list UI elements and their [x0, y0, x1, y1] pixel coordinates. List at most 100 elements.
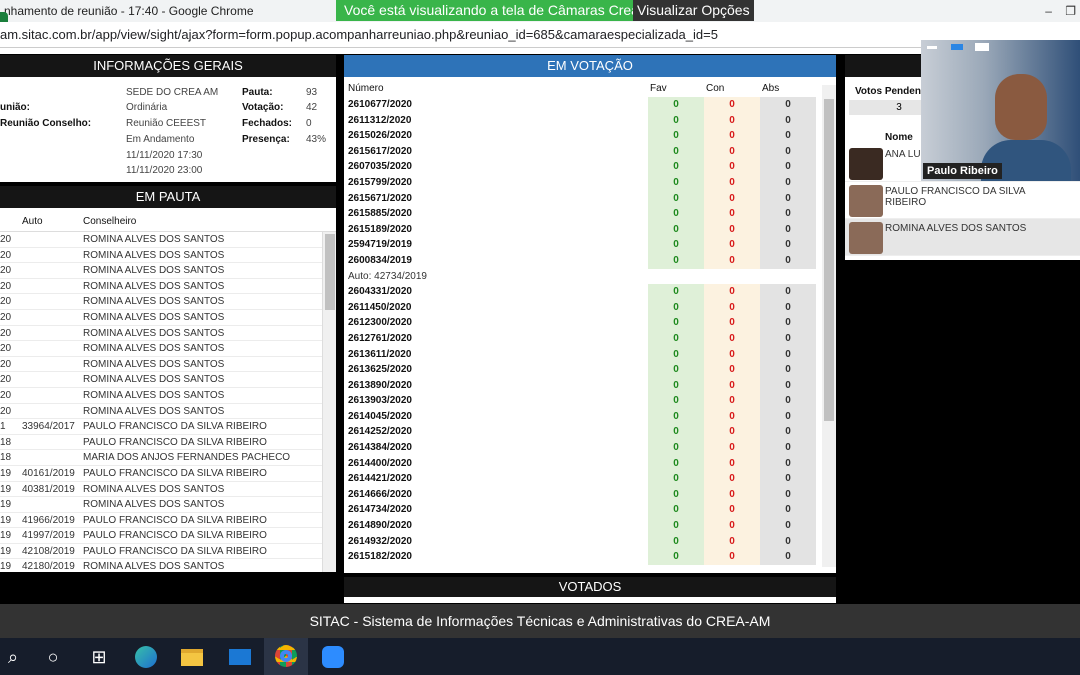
- table-row[interactable]: 2615189/2020 0 0 0: [344, 221, 836, 238]
- table-row[interactable]: 2614400/2020 0 0 0: [344, 455, 836, 472]
- video-tile[interactable]: Paulo Ribeiro: [921, 40, 1080, 181]
- table-row[interactable]: 19 40381/2019 ROMINA ALVES DOS SANTOS: [0, 482, 336, 498]
- table-row[interactable]: 2600834/2019 0 0 0: [344, 252, 836, 269]
- table-row[interactable]: 2611450/2020 0 0 0: [344, 299, 836, 316]
- info-value: 11/11/2020 23:00: [126, 165, 203, 176]
- row-con: 0: [704, 128, 760, 144]
- scroll-thumb[interactable]: [325, 234, 335, 310]
- table-row[interactable]: 2613611/2020 0 0 0: [344, 346, 836, 363]
- table-row[interactable]: 19 42180/2019 ROMINA ALVES DOS SANTOS: [0, 559, 336, 572]
- table-row[interactable]: 20 ROMINA ALVES DOS SANTOS: [0, 279, 336, 295]
- row-fav: 0: [648, 440, 704, 456]
- table-row[interactable]: 2612300/2020 0 0 0: [344, 315, 836, 331]
- table-row[interactable]: 2614384/2020 0 0 0: [344, 440, 836, 456]
- table-row[interactable]: 2614734/2020 0 0 0: [344, 502, 836, 519]
- table-row[interactable]: 19 41997/2019 PAULO FRANCISCO DA SILVA RIB…: [0, 528, 336, 544]
- table-row[interactable]: 19 40161/2019 PAULO FRANCISCO DA SILVA RIB…: [0, 466, 336, 482]
- task-view-icon[interactable]: ○: [40, 644, 66, 670]
- list-item[interactable]: PAULO FRANCISCO DA SILVA RIBEIRO: [845, 182, 1080, 219]
- table-row[interactable]: 2613890/2020 0 0 0: [344, 377, 836, 394]
- row-numero: 2612761/2020: [348, 332, 412, 344]
- info-value: 11/11/2020 17:30: [126, 150, 203, 161]
- pauta-scrollbar[interactable]: [322, 232, 336, 572]
- table-row[interactable]: 2610677/2020 0 0 0: [344, 97, 836, 113]
- chrome-icon[interactable]: [264, 638, 308, 675]
- table-row[interactable]: 2614252/2020 0 0 0: [344, 424, 836, 441]
- row-con: 0: [704, 518, 760, 534]
- male-avatar-icon: [849, 222, 883, 254]
- table-row[interactable]: 20 ROMINA ALVES DOS SANTOS: [0, 341, 336, 357]
- table-row[interactable]: 18 PAULO FRANCISCO DA SILVA RIBEIRO: [0, 435, 336, 451]
- table-row[interactable]: 2594719/2019 0 0 0: [344, 237, 836, 253]
- row-number: 20: [0, 234, 12, 245]
- row-auto: 40161/2019: [22, 467, 75, 479]
- table-row[interactable]: 20 ROMINA ALVES DOS SANTOS: [0, 248, 336, 264]
- row-abs: 0: [760, 486, 816, 503]
- search-icon[interactable]: ⌕: [0, 644, 26, 670]
- table-row[interactable]: 2615182/2020 0 0 0: [344, 549, 836, 565]
- table-row[interactable]: 2615617/2020 0 0 0: [344, 143, 836, 160]
- row-abs: 0: [760, 330, 816, 347]
- table-row[interactable]: 2615799/2020 0 0 0: [344, 174, 836, 191]
- table-row[interactable]: 2613625/2020 0 0 0: [344, 362, 836, 378]
- url-text[interactable]: am.sitac.com.br/app/view/sight/ajax?form…: [0, 22, 718, 48]
- row-number: 18: [0, 436, 12, 448]
- window-controls[interactable]: – ❐: [1045, 0, 1076, 22]
- view-icon[interactable]: [951, 44, 963, 50]
- expand-icon[interactable]: [975, 43, 989, 51]
- male-avatar-icon: [849, 185, 883, 217]
- table-row[interactable]: 2604331/2020 0 0 0: [344, 284, 836, 300]
- votacao-header: Número Fav Con Abs: [344, 77, 836, 97]
- edge-icon[interactable]: [133, 644, 159, 670]
- scroll-thumb[interactable]: [824, 99, 834, 421]
- table-row[interactable]: 2607035/2020 0 0 0: [344, 159, 836, 175]
- list-item[interactable]: ROMINA ALVES DOS SANTOS: [845, 219, 1080, 256]
- row-number: 19: [0, 467, 12, 479]
- col-abs: Abs: [762, 83, 780, 94]
- widgets-icon[interactable]: ⊞: [86, 644, 112, 670]
- row-con: 0: [704, 159, 760, 175]
- minimize-icon[interactable]: [927, 46, 937, 49]
- table-row[interactable]: 20 ROMINA ALVES DOS SANTOS: [0, 310, 336, 326]
- zoom-icon[interactable]: [320, 644, 346, 670]
- table-row[interactable]: Auto: 42734/2019: [344, 269, 836, 285]
- table-row[interactable]: 20 ROMINA ALVES DOS SANTOS: [0, 232, 336, 248]
- votacao-scrollbar[interactable]: [822, 85, 836, 567]
- row-con: 0: [704, 440, 760, 456]
- row-numero: 2613611/2020: [348, 348, 412, 360]
- table-row[interactable]: 20 ROMINA ALVES DOS SANTOS: [0, 372, 336, 388]
- view-options-button[interactable]: Visualizar Opções: [633, 0, 754, 21]
- table-row[interactable]: 2614045/2020 0 0 0: [344, 408, 836, 425]
- table-row[interactable]: 2615671/2020 0 0 0: [344, 190, 836, 207]
- table-row[interactable]: 2614890/2020 0 0 0: [344, 518, 836, 534]
- table-row[interactable]: 20 ROMINA ALVES DOS SANTOS: [0, 357, 336, 373]
- table-row[interactable]: 2615885/2020 0 0 0: [344, 206, 836, 222]
- table-row[interactable]: 2612761/2020 0 0 0: [344, 330, 836, 347]
- table-row[interactable]: 20 ROMINA ALVES DOS SANTOS: [0, 388, 336, 404]
- table-row[interactable]: 20 ROMINA ALVES DOS SANTOS: [0, 326, 336, 342]
- table-row[interactable]: 19 42108/2019 PAULO FRANCISCO DA SILVA RIB…: [0, 544, 336, 560]
- file-explorer-icon[interactable]: [179, 644, 205, 670]
- mail-icon[interactable]: [227, 644, 253, 670]
- table-row[interactable]: 2615026/2020 0 0 0: [344, 128, 836, 144]
- row-fav: 0: [648, 206, 704, 222]
- row-con: 0: [704, 237, 760, 253]
- col-con: Con: [706, 83, 725, 94]
- table-row[interactable]: 19 ROMINA ALVES DOS SANTOS: [0, 497, 336, 513]
- table-row[interactable]: 18 MARIA DOS ANJOS FERNANDES PACHECO: [0, 450, 336, 466]
- table-row[interactable]: 2613903/2020 0 0 0: [344, 393, 836, 409]
- row-conselheiro: ROMINA ALVES DOS SANTOS: [83, 483, 225, 495]
- table-row[interactable]: 2614666/2020 0 0 0: [344, 486, 836, 503]
- table-row[interactable]: 19 41966/2019 PAULO FRANCISCO DA SILVA RIB…: [0, 513, 336, 529]
- table-row[interactable]: 2614421/2020 0 0 0: [344, 471, 836, 487]
- table-row[interactable]: 1 33964/2017 PAULO FRANCISCO DA SILVA RIBE…: [0, 419, 336, 435]
- address-bar[interactable]: am.sitac.com.br/app/view/sight/ajax?form…: [0, 22, 1080, 48]
- table-row[interactable]: 2614932/2020 0 0 0: [344, 533, 836, 550]
- col-auto: Auto: [22, 216, 43, 227]
- table-row[interactable]: 2611312/2020 0 0 0: [344, 112, 836, 129]
- row-numero: 2604331/2020: [348, 286, 412, 298]
- row-abs: 0: [760, 346, 816, 363]
- table-row[interactable]: 20 ROMINA ALVES DOS SANTOS: [0, 263, 336, 279]
- table-row[interactable]: 20 ROMINA ALVES DOS SANTOS: [0, 404, 336, 420]
- table-row[interactable]: 20 ROMINA ALVES DOS SANTOS: [0, 294, 336, 310]
